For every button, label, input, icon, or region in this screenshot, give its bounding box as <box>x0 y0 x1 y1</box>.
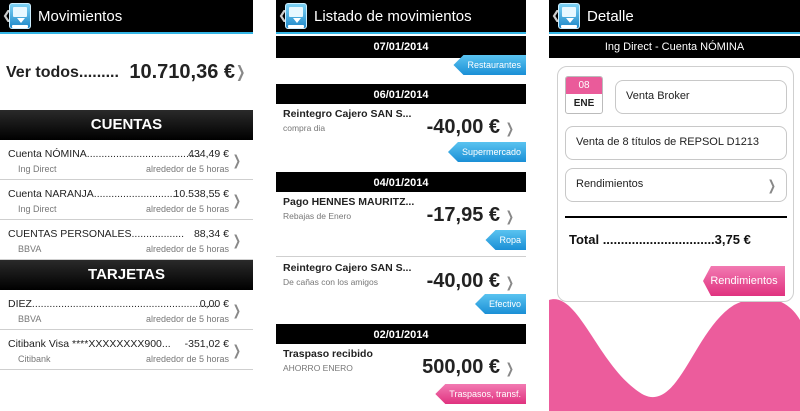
movement-concept: Reintegro Cajero SAN S... <box>283 262 412 274</box>
chevron-right-icon: ❯ <box>768 177 777 193</box>
account-updated: alrededor de 5 horas <box>145 244 229 254</box>
screen-title: Movimientos <box>38 8 123 25</box>
date-header: 04/01/2014 <box>276 172 526 194</box>
category-tag[interactable]: Supermercado <box>447 142 526 162</box>
account-bank: Ing Direct <box>18 204 57 214</box>
card-name: Citibank Visa ****XXXXXXXX900... <box>8 338 171 350</box>
card-name: DIEZ....................................… <box>8 298 219 310</box>
category-selector-text: Rendimientos <box>576 178 644 190</box>
card-bank: BBVA <box>18 314 42 324</box>
date-header: 06/01/2014 <box>276 84 526 106</box>
card-updated: alrededor de 5 horas <box>145 314 229 324</box>
account-bank: Ing Direct <box>18 164 57 174</box>
chevron-right-icon: ❯ <box>506 360 515 376</box>
date-month: ENE <box>573 98 595 109</box>
account-row[interactable]: Cuenta NARANJA..........................… <box>0 180 253 220</box>
card-bank: Citibank <box>18 354 51 364</box>
screen-title: Listado de movimientos <box>314 8 472 25</box>
name-field-text: Venta Broker <box>626 90 690 102</box>
total-line: Total ...............................3,7… <box>569 232 751 247</box>
cuentas-header: CUENTAS <box>0 110 253 140</box>
account-bank: BBVA <box>18 244 42 254</box>
chevron-right-icon: ❯ <box>233 302 242 318</box>
chevron-right-icon: ❯ <box>233 232 242 248</box>
movement-amount: -17,95 € <box>426 204 500 226</box>
ver-todos-row[interactable]: Ver todos......... 10.710,36 € ❯ <box>0 36 253 110</box>
name-field[interactable]: Venta Broker <box>615 80 787 114</box>
total-divider <box>565 216 787 218</box>
description-field[interactable]: Venta de 8 títulos de REPSOL D1213 <box>565 126 787 160</box>
date-badge: 08 ENE <box>565 76 603 114</box>
account-name: CUENTAS PERSONALES.................. <box>8 228 185 240</box>
action-bar: ❮ Detalle <box>549 0 800 34</box>
date-header: 02/01/2014 <box>276 324 526 346</box>
detalle-screen: ❮ Detalle Ing Direct - Cuenta NÓMINA 08 … <box>549 0 800 411</box>
movement-note: De cañas con los amigos <box>283 277 378 287</box>
account-name: Cuenta NARANJA..........................… <box>8 188 179 200</box>
movement-amount: -40,00 € <box>426 270 500 292</box>
account-updated: alrededor de 5 horas <box>145 204 229 214</box>
action-bar: ❮ Movimientos <box>0 0 253 34</box>
listado-screen: ❮ Listado de movimientos 07/01/2014 Rest… <box>276 0 526 411</box>
account-row[interactable]: Cuenta NÓMINA...........................… <box>0 140 253 180</box>
total-balance: 10.710,36 € <box>129 61 235 83</box>
chevron-right-icon: ❯ <box>233 192 242 208</box>
row-divider <box>276 256 526 257</box>
movimientos-screen: ❮ Movimientos Ver todos......... 10.710,… <box>0 0 253 411</box>
app-icon[interactable] <box>558 3 580 29</box>
account-name: Cuenta NÓMINA...........................… <box>8 148 201 160</box>
account-subtitle: Ing Direct - Cuenta NÓMINA <box>549 36 800 58</box>
movement-concept: Pago HENNES MAURITZ... <box>283 196 415 208</box>
card-balance: 0,00 € <box>199 298 229 310</box>
tarjetas-header: TARJETAS <box>0 260 253 290</box>
chevron-right-icon: ❯ <box>233 342 242 358</box>
screen-title: Detalle <box>587 8 634 25</box>
account-row[interactable]: CUENTAS PERSONALES.................. 88,… <box>0 220 253 260</box>
category-tag[interactable]: Traspasos, transf. <box>435 384 526 404</box>
movement-note: compra dia <box>283 123 326 133</box>
category-tag[interactable]: Efectivo <box>474 294 526 314</box>
app-icon[interactable] <box>285 3 307 29</box>
category-tag[interactable]: Restaurantes <box>453 55 526 75</box>
account-balance: 434,49 € <box>188 148 229 160</box>
rendimientos-button[interactable]: Rendimientos <box>703 266 785 296</box>
date-day: 08 <box>566 77 602 94</box>
card-updated: alrededor de 5 horas <box>145 354 229 364</box>
chevron-right-icon: ❯ <box>506 208 515 224</box>
account-balance: 88,34 € <box>193 228 229 240</box>
account-balance: 10.538,55 € <box>173 188 229 200</box>
chevron-right-icon: ❯ <box>233 152 242 168</box>
movement-concept: Reintegro Cajero SAN S... <box>283 108 412 120</box>
description-field-text: Venta de 8 títulos de REPSOL D1213 <box>576 136 760 148</box>
ver-todos-label: Ver todos......... <box>6 64 119 81</box>
card-row[interactable]: DIEZ....................................… <box>0 290 253 330</box>
screenshot-root: ❮ Movimientos Ver todos......... 10.710,… <box>0 0 800 411</box>
card-row[interactable]: Citibank Visa ****XXXXXXXX900... -351,02… <box>0 330 253 370</box>
movement-concept: Traspaso recibido <box>283 348 373 360</box>
chevron-right-icon: ❯ <box>506 120 515 136</box>
movement-amount: -40,00 € <box>426 116 500 138</box>
category-selector[interactable]: Rendimientos ❯ <box>565 168 787 202</box>
app-icon[interactable] <box>9 3 31 29</box>
chevron-right-icon: ❯ <box>506 274 515 290</box>
movement-note: Rebajas de Enero <box>283 211 352 221</box>
card-balance: -351,02 € <box>184 338 229 350</box>
movement-note: AHORRO ENERO <box>283 363 353 373</box>
chevron-right-icon: ❯ <box>235 64 245 81</box>
date-header: 07/01/2014 <box>276 36 526 58</box>
action-bar: ❮ Listado de movimientos <box>276 0 526 34</box>
movement-amount: 500,00 € <box>422 356 500 378</box>
account-updated: alrededor de 5 horas <box>145 164 229 174</box>
